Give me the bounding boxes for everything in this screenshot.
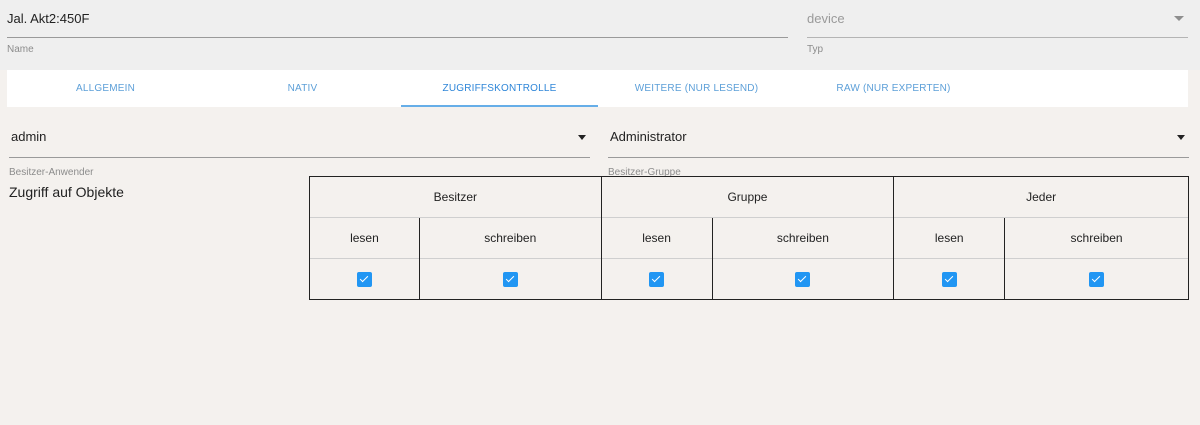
owner-user-value: admin xyxy=(11,129,47,144)
name-label: Name xyxy=(7,44,34,55)
acl-group-group: Gruppe xyxy=(600,176,895,218)
owner-group-value: Administrator xyxy=(610,129,687,144)
owner-write-checkbox[interactable] xyxy=(502,271,518,287)
acl-group-owner: Besitzer xyxy=(309,176,602,218)
tab-nativ[interactable]: NATIV xyxy=(204,70,401,107)
typ-label: Typ xyxy=(807,44,824,55)
owner-group-select[interactable]: Administrator Besitzer-Gruppe xyxy=(608,116,1189,178)
dropdown-arrow-icon[interactable] xyxy=(578,135,586,140)
typ-field[interactable]: device Typ xyxy=(807,0,1188,55)
tab-weitere[interactable]: WEITERE (NUR LESEND) xyxy=(598,70,795,107)
owner-user-dropdown[interactable]: admin xyxy=(9,116,590,158)
name-input[interactable]: Jal. Akt2:450F xyxy=(7,0,788,38)
acl-owner-write-label: schreiben xyxy=(418,217,602,259)
chevron-down-icon[interactable] xyxy=(1174,16,1184,21)
owner-group-dropdown[interactable]: Administrator xyxy=(608,116,1189,158)
acl-everyone-write-label: schreiben xyxy=(1004,217,1189,259)
access-control-table: Besitzer Gruppe Jeder lesen schreiben le… xyxy=(309,176,1189,300)
owner-user-select[interactable]: admin Besitzer-Anwender xyxy=(9,116,590,178)
group-read-checkbox[interactable] xyxy=(649,271,665,287)
tab-zugriffskontrolle[interactable]: ZUGRIFFSKONTROLLE xyxy=(401,70,598,107)
acl-group-write-label: schreiben xyxy=(711,217,894,259)
tab-raw[interactable]: RAW (NUR EXPERTEN) xyxy=(795,70,992,107)
everyone-read-checkbox[interactable] xyxy=(941,271,957,287)
owner-read-checkbox[interactable] xyxy=(356,271,372,287)
acl-group-read-label: lesen xyxy=(600,217,712,259)
tab-allgemein[interactable]: ALLGEMEIN xyxy=(7,70,204,107)
acl-subheader-row: lesen schreiben lesen schreiben lesen sc… xyxy=(309,217,1189,259)
typ-value: device xyxy=(807,11,845,26)
acl-group-everyone: Jeder xyxy=(893,176,1189,218)
acl-checkbox-row xyxy=(309,258,1189,300)
typ-select[interactable]: device xyxy=(807,0,1188,38)
name-field[interactable]: Jal. Akt2:450F Name xyxy=(7,0,788,55)
group-write-checkbox[interactable] xyxy=(795,271,811,287)
acl-everyone-read-label: lesen xyxy=(893,217,1005,259)
everyone-write-checkbox[interactable] xyxy=(1089,271,1105,287)
acl-header-row: Besitzer Gruppe Jeder xyxy=(309,176,1189,218)
acl-owner-read-label: lesen xyxy=(309,217,420,259)
dropdown-arrow-icon[interactable] xyxy=(1177,135,1185,140)
section-title: Zugriff auf Objekte xyxy=(9,184,124,200)
tab-bar: ALLGEMEIN NATIV ZUGRIFFSKONTROLLE WEITER… xyxy=(7,70,1188,107)
